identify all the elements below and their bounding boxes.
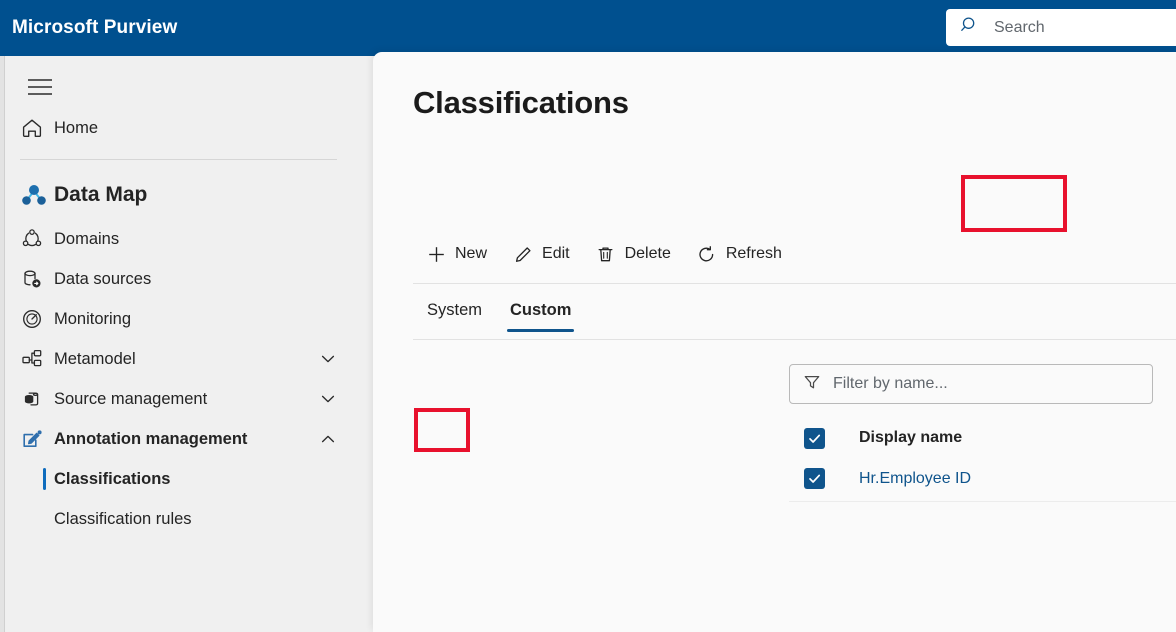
hamburger-icon[interactable] [20,69,60,105]
sidebar-section-data-map[interactable]: Data Map [5,171,373,219]
sidebar-item-data-sources[interactable]: Data sources [5,259,373,299]
sidebar-item-monitoring[interactable]: Monitoring [5,299,373,339]
sidebar-item-classification-rules-label: Classification rules [54,510,192,529]
sidebar-item-annotation-management[interactable]: Annotation management [5,419,373,459]
tab-list: System Custom [413,295,585,332]
sidebar-section-data-map-label: Data Map [54,183,147,207]
sidebar-item-classification-rules[interactable]: Classification rules [5,499,373,539]
sidebar-nav: Home Data Map [5,108,373,539]
sidebar-item-classifications[interactable]: Classifications [5,459,373,499]
sidebar: Home Data Map [5,56,373,632]
trash-icon [596,245,616,264]
delete-button[interactable]: Delete [583,232,684,276]
app-brand-title: Microsoft Purview [12,17,177,39]
sidebar-item-annotation-management-label: Annotation management [54,430,247,449]
sidebar-item-source-management-label: Source management [54,390,207,409]
new-button-label: New [455,245,487,263]
home-icon [20,116,54,140]
column-header-display-name[interactable]: Display name [859,429,1176,447]
checkbox-checked-icon [804,468,825,489]
sidebar-divider [20,159,337,160]
data-sources-icon [20,267,54,291]
app-header: Microsoft Purview Search [0,0,1176,56]
checkbox-checked-icon [804,428,825,449]
tab-custom[interactable]: Custom [496,295,585,332]
sidebar-item-source-management[interactable]: Source management [5,379,373,419]
tab-system-label: System [427,301,482,319]
content-panel: Classifications New Edit [373,52,1176,632]
sidebar-item-metamodel-label: Metamodel [54,350,136,369]
edit-button[interactable]: Edit [500,232,583,276]
refresh-icon [697,245,717,264]
data-map-icon [20,181,54,209]
domains-icon [20,227,54,251]
refresh-button-label: Refresh [726,245,782,263]
chevron-down-icon[interactable] [319,350,337,368]
edit-button-label: Edit [542,245,570,263]
global-search-placeholder: Search [994,19,1045,37]
refresh-button[interactable]: Refresh [684,232,795,276]
global-search-box[interactable]: Search [946,9,1176,46]
purview-window: Microsoft Purview Search [0,0,1176,632]
page-title: Classifications [413,85,629,121]
filter-icon [803,373,821,396]
sidebar-item-home[interactable]: Home [5,108,373,148]
sidebar-item-classifications-label: Classifications [54,470,170,489]
cell-display-name[interactable]: Hr.Employee ID [859,470,1176,488]
new-button[interactable]: New [413,232,500,276]
add-icon [426,245,446,264]
select-all-checkbox[interactable] [789,428,859,449]
command-bar-divider [413,283,1176,284]
filter-input[interactable]: Filter by name... [789,364,1153,404]
delete-button-label: Delete [625,245,671,263]
filter-input-placeholder: Filter by name... [833,375,948,393]
metamodel-icon [20,347,54,371]
command-bar: New Edit [413,232,795,276]
chevron-up-icon[interactable] [319,430,337,448]
pencil-icon [513,245,533,264]
row-checkbox[interactable] [789,468,859,489]
table-row[interactable]: Hr.Employee ID contoso.hr.employee_ID [789,456,1176,502]
table-header-row: Display name Formal name [789,420,1176,456]
sidebar-item-domains-label: Domains [54,230,119,249]
annotation-management-icon [20,427,54,452]
monitoring-icon [20,307,54,331]
classifications-table: Display name Formal name Hr.Employee ID … [789,420,1176,502]
sidebar-item-metamodel[interactable]: Metamodel [5,339,373,379]
sidebar-item-monitoring-label: Monitoring [54,310,131,329]
search-icon [960,15,980,40]
chevron-down-icon[interactable] [319,390,337,408]
sidebar-item-home-label: Home [54,119,98,138]
tab-list-divider [413,339,1176,340]
tab-system[interactable]: System [413,295,496,332]
tab-custom-label: Custom [510,301,571,319]
sidebar-item-domains[interactable]: Domains [5,219,373,259]
sidebar-item-data-sources-label: Data sources [54,270,151,289]
source-management-icon [20,387,54,411]
